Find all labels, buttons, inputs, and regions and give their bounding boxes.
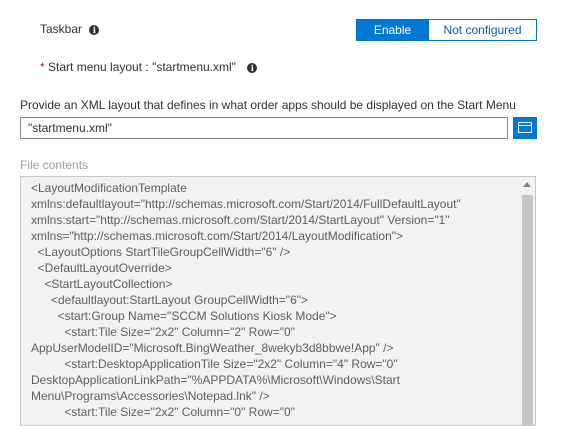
code-line: xmlns="http://schemas.microsoft.com/Star… xyxy=(31,229,404,243)
code-line: <start:Tile Size="2x2" Column="2" Row="0… xyxy=(31,325,295,339)
code-line: <start:DesktopApplicationTile Size="2x2"… xyxy=(31,357,398,371)
taskbar-label: Taskbar xyxy=(40,22,83,36)
start-menu-layout-label: Start menu layout : "startmenu.xml" xyxy=(48,60,236,74)
taskbar-setting: Taskbar i xyxy=(40,22,100,36)
code-line: <DefaultLayoutOverride> xyxy=(31,261,172,275)
not-configured-button[interactable]: Not configured xyxy=(429,19,537,41)
code-line: xmlns:defaultlayout="http://schemas.micr… xyxy=(31,197,461,211)
vertical-scrollbar[interactable] xyxy=(520,177,535,425)
scrollbar-thumb[interactable] xyxy=(522,195,533,425)
xml-file-input[interactable]: "startmenu.xml" xyxy=(20,117,508,139)
folder-icon xyxy=(518,122,532,133)
code-line: <start:Group Name="SCCM Solutions Kiosk … xyxy=(31,309,337,323)
file-contents-text: <LayoutModificationTemplate xmlns:defaul… xyxy=(31,180,513,420)
info-icon[interactable]: i xyxy=(89,24,100,35)
required-indicator: * xyxy=(40,60,45,74)
code-line: DesktopApplicationLinkPath="%APPDATA%\Mi… xyxy=(31,373,400,387)
code-line: <defaultlayout:StartLayout GroupCellWidt… xyxy=(31,293,309,307)
file-contents-textarea[interactable]: <LayoutModificationTemplate xmlns:defaul… xyxy=(20,176,536,426)
browse-file-button[interactable] xyxy=(513,117,537,139)
start-menu-layout-setting: * Start menu layout : "startmenu.xml" i xyxy=(40,60,258,74)
code-line: <start:Tile Size="2x2" Column="0" Row="0… xyxy=(31,405,295,419)
code-line: <StartLayoutCollection> xyxy=(31,277,173,291)
info-icon[interactable]: i xyxy=(247,62,258,73)
chevron-up-icon[interactable] xyxy=(523,182,531,187)
xml-layout-description: Provide an XML layout that defines in wh… xyxy=(20,98,516,112)
enable-button[interactable]: Enable xyxy=(356,19,429,41)
code-line: <LayoutOptions StartTileGroupCellWidth="… xyxy=(31,245,291,259)
code-line: <LayoutModificationTemplate xyxy=(31,181,187,195)
code-line: xmlns:start="http://schemas.microsoft.co… xyxy=(31,213,450,227)
file-contents-label: File contents xyxy=(20,158,89,172)
code-line: AppUserModelID="Microsoft.BingWeather_8w… xyxy=(31,341,394,355)
code-line: Menu\Programs\Accessories\Notepad.lnk" /… xyxy=(31,389,270,403)
